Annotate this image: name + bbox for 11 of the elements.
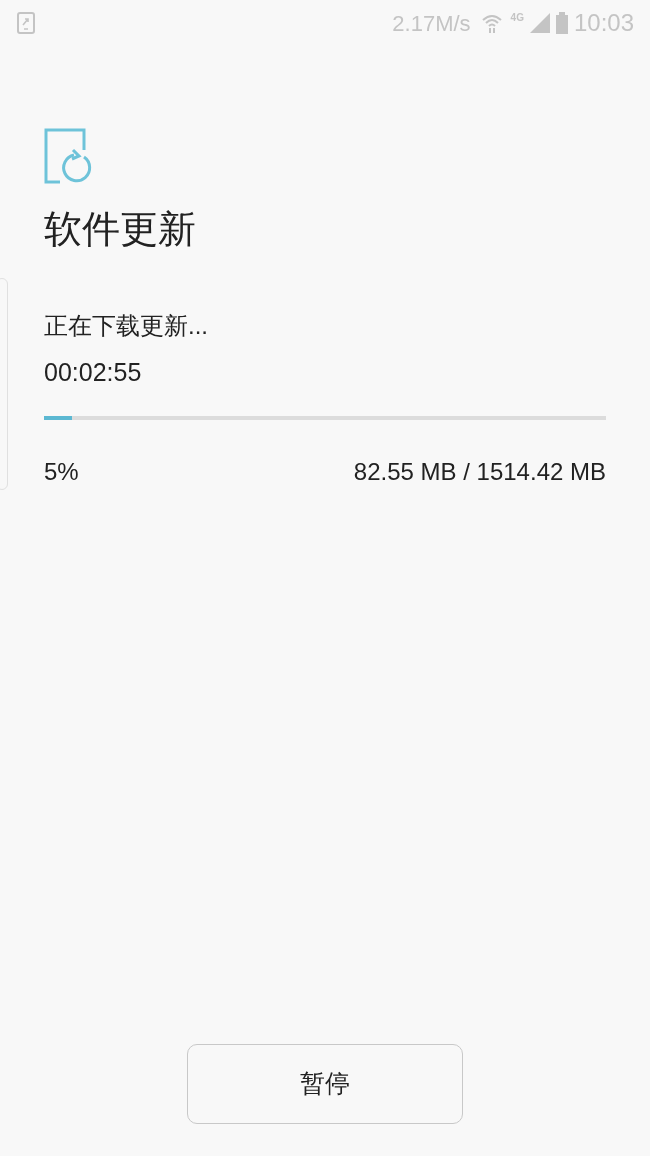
download-status: 正在下载更新... [44, 311, 209, 341]
progress-percent: 5% [44, 456, 79, 487]
page-title: 软件更新 [44, 210, 197, 248]
wifi-icon [480, 12, 503, 34]
software-update-icon [44, 128, 94, 184]
battery-icon [555, 12, 568, 34]
screenshot-notification-icon [17, 12, 35, 34]
signal-icon [529, 13, 550, 33]
elapsed-time: 00:02:55 [44, 357, 143, 388]
pause-button[interactable]: 暂停 [187, 1044, 463, 1124]
download-size: 82.55 MB / 1514.42 MB [353, 456, 606, 487]
